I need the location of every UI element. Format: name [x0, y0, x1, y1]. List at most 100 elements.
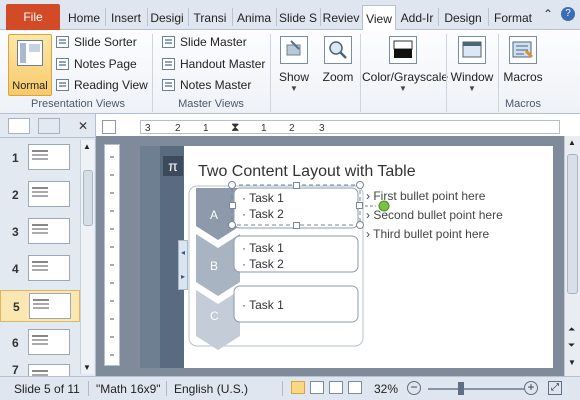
tab-separator: [105, 8, 106, 26]
tab-selector[interactable]: [102, 120, 116, 134]
slide-thumbnail[interactable]: [28, 364, 70, 376]
theme-name[interactable]: "Math 16x9": [96, 382, 161, 396]
normal-view-icon[interactable]: [291, 381, 305, 394]
tab-transitions[interactable]: Transi: [190, 5, 230, 30]
thumbnail-row[interactable]: 2: [0, 179, 80, 211]
window-button[interactable]: Window ▼: [448, 34, 496, 96]
normal-view-button[interactable]: Normal: [8, 34, 52, 96]
slide-thumbnail[interactable]: [29, 293, 71, 319]
slide-thumbnail[interactable]: [28, 218, 70, 244]
thumbnail-row[interactable]: 6: [0, 327, 80, 359]
scrollbar-thumb[interactable]: [567, 154, 578, 294]
zoom-button[interactable]: Zoom: [320, 34, 356, 96]
slide-sorter-icon: [56, 36, 69, 48]
scroll-down-icon[interactable]: ▼: [83, 363, 91, 372]
macros-icon: [509, 36, 537, 64]
slide-title[interactable]: Two Content Layout with Table: [198, 163, 416, 181]
language-status[interactable]: English (U.S.): [174, 382, 248, 396]
indent-marker-icon[interactable]: ⧗: [231, 120, 239, 135]
resize-handle[interactable]: [356, 202, 363, 209]
slide-sorter-view-icon[interactable]: [310, 381, 324, 394]
resize-handle[interactable]: [356, 181, 364, 189]
thumbnail-number: 7: [12, 363, 19, 376]
fit-slide-icon[interactable]: ⤢: [548, 381, 562, 395]
bullet-point: › Third bullet point here: [366, 227, 490, 241]
tab-separator: [147, 8, 148, 26]
previous-slide-icon[interactable]: ⏶: [568, 324, 575, 335]
color-grayscale-button[interactable]: Color/Grayscale ▼: [362, 34, 448, 96]
tab-slide-show[interactable]: Slide S: [278, 5, 318, 30]
tab-insert[interactable]: Insert: [107, 5, 145, 30]
notes-master-button[interactable]: Notes Master: [162, 76, 251, 94]
resize-handle[interactable]: [293, 222, 300, 229]
group-separator: [270, 34, 271, 112]
tab-review[interactable]: Reviev: [322, 5, 360, 30]
tab-animations[interactable]: Anima: [234, 5, 274, 30]
thumbnail-row[interactable]: 4: [0, 253, 80, 285]
slide-show-view-icon[interactable]: [348, 381, 362, 394]
tab-separator: [438, 8, 439, 26]
tab-design[interactable]: Desigi: [149, 5, 185, 30]
thumbnail-row[interactable]: 1: [0, 142, 80, 174]
notes-page-button[interactable]: Notes Page: [56, 55, 137, 73]
zoom-slider[interactable]: [428, 388, 524, 390]
slide-thumbnail[interactable]: [28, 181, 70, 207]
scroll-up-icon[interactable]: ▲: [568, 138, 576, 147]
zoom-out-button[interactable]: −: [407, 381, 421, 395]
zoom-slider-thumb[interactable]: [458, 382, 464, 395]
bullet-point: › Second bullet point here: [366, 208, 503, 222]
resize-handle[interactable]: [293, 182, 300, 189]
tab-home[interactable]: Home: [64, 5, 104, 30]
normal-view-label: Normal: [12, 80, 48, 92]
help-icon[interactable]: ?: [561, 7, 575, 21]
slide-sorter-button[interactable]: Slide Sorter: [56, 33, 137, 51]
slides-pane: ✕ 1 2 3 4 5 6 7 ▲ ▼: [0, 114, 96, 376]
slide-master-button[interactable]: Slide Master: [162, 33, 247, 51]
notes-master-icon: [162, 79, 175, 91]
next-slide-icon[interactable]: ⏷: [568, 340, 575, 351]
zoom-in-button[interactable]: +: [524, 381, 538, 395]
slide-thumbnail[interactable]: [28, 329, 70, 355]
tab-view[interactable]: View: [362, 5, 396, 31]
slides-pane-tabs: ✕: [0, 114, 96, 138]
tab-table-design[interactable]: Design: [440, 5, 486, 30]
slide-thumbnail[interactable]: [28, 255, 70, 281]
editor-scrollbar[interactable]: ▲ ⏶ ⏷ ▼: [564, 136, 580, 376]
thumbnail-row[interactable]: 7: [0, 362, 80, 376]
handout-master-button[interactable]: Handout Master: [162, 55, 265, 73]
reading-view-button[interactable]: Reading View: [56, 76, 148, 94]
minimize-ribbon-icon[interactable]: ⌃: [543, 7, 553, 21]
thumbnail-row-selected[interactable]: 5: [0, 290, 80, 322]
show-button[interactable]: Show ▼: [276, 34, 312, 96]
expand-text-pane-icon[interactable]: ◂ ▸: [178, 240, 188, 290]
slide-thumbnail[interactable]: [28, 144, 70, 170]
normal-view-icon: [17, 40, 43, 66]
outline-tab[interactable]: [38, 118, 60, 134]
dropdown-arrow-icon: ▼: [290, 84, 298, 93]
resize-handle[interactable]: [228, 181, 236, 189]
ruler-number: 2: [175, 123, 181, 134]
zoom-level[interactable]: 32%: [374, 382, 398, 396]
thumbnail-scrollbar[interactable]: ▲ ▼: [80, 140, 94, 374]
close-icon[interactable]: ✕: [78, 119, 88, 133]
tab-table-format[interactable]: Format: [490, 5, 536, 30]
ruler-number: 1: [261, 123, 267, 134]
resize-handle[interactable]: [228, 221, 236, 229]
scrollbar-thumb[interactable]: [83, 170, 93, 226]
thumbnail-number: 5: [13, 300, 20, 314]
tab-add-ins[interactable]: Add-Ir: [398, 5, 436, 30]
macros-button[interactable]: Macros: [502, 34, 544, 96]
dropdown-arrow-icon: ▼: [468, 84, 476, 93]
tab-separator: [276, 8, 277, 26]
scroll-up-icon[interactable]: ▲: [83, 142, 91, 151]
scroll-down-icon[interactable]: ▼: [568, 358, 576, 367]
resize-handle[interactable]: [229, 202, 236, 209]
thumbnail-row[interactable]: 3: [0, 216, 80, 248]
slides-tab[interactable]: [8, 118, 30, 134]
task-item: · Task 2: [242, 257, 284, 271]
window-label: Window: [450, 70, 494, 84]
status-separator: [282, 381, 283, 396]
tab-file[interactable]: File: [6, 4, 60, 30]
resize-handle[interactable]: [356, 221, 364, 229]
reading-view-icon[interactable]: [329, 381, 343, 394]
